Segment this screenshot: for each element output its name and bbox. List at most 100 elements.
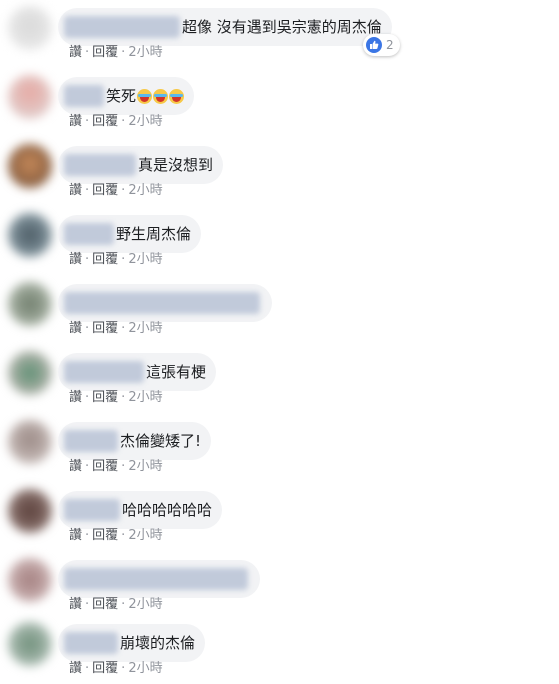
separator-dot: ·: [85, 45, 90, 60]
like-link[interactable]: 讚: [69, 45, 82, 60]
like-link[interactable]: 讚: [69, 252, 82, 267]
reply-link[interactable]: 回覆: [92, 45, 118, 60]
separator-dot: ·: [121, 597, 126, 612]
comment-text: 崩壞的杰倫: [120, 634, 196, 652]
separator-dot: ·: [121, 252, 126, 267]
avatar[interactable]: [8, 558, 52, 602]
reply-link[interactable]: 回覆: [92, 390, 118, 405]
author-name[interactable]: [64, 568, 248, 590]
comment-actions: 讚 · 回覆 · 2小時: [69, 390, 163, 406]
avatar[interactable]: [8, 351, 52, 395]
comment-text: 真是沒想到: [138, 156, 214, 174]
comment-item: 哈哈哈哈哈哈 讚 · 回覆 · 2小時: [0, 483, 559, 551]
separator-dot: ·: [85, 661, 90, 676]
like-icon: [366, 37, 382, 53]
timestamp[interactable]: 2小時: [128, 528, 162, 543]
avatar[interactable]: [8, 144, 52, 188]
separator-dot: ·: [121, 183, 126, 198]
comment-item: 超像 沒有遇到吳宗憲的周杰倫 2 讚 · 回覆 · 2小時: [0, 0, 559, 68]
reply-link[interactable]: 回覆: [92, 661, 118, 676]
author-name[interactable]: [64, 85, 104, 107]
comment-bubble: 哈哈哈哈哈哈: [58, 491, 223, 529]
comment-item: 讚 · 回覆 · 2小時: [0, 552, 559, 620]
separator-dot: ·: [121, 390, 126, 405]
like-link[interactable]: 讚: [69, 114, 82, 129]
like-link[interactable]: 讚: [69, 390, 82, 405]
reply-link[interactable]: 回覆: [92, 459, 118, 474]
like-link[interactable]: 讚: [69, 597, 82, 612]
comment-actions: 讚 · 回覆 · 2小時: [69, 321, 163, 337]
comment-text: 笑死: [106, 87, 137, 105]
comment-bubble: 超像 沒有遇到吳宗憲的周杰倫: [58, 8, 392, 46]
author-name[interactable]: [64, 361, 144, 383]
timestamp[interactable]: 2小時: [128, 321, 162, 336]
author-name[interactable]: [64, 223, 114, 245]
separator-dot: ·: [85, 528, 90, 543]
comment-item: 野生周杰倫 讚 · 回覆 · 2小時: [0, 207, 559, 275]
author-name[interactable]: [64, 16, 180, 38]
comment-actions: 讚 · 回覆 · 2小時: [69, 114, 163, 130]
comment-item: 崩壞的杰倫 讚 · 回覆 · 2小時: [0, 616, 559, 684]
comment-list: 超像 沒有遇到吳宗憲的周杰倫 2 讚 · 回覆 · 2小時 笑死 讚 · 回覆 · 2小時 真是…: [0, 0, 559, 684]
comment-bubble: [58, 284, 272, 322]
reply-link[interactable]: 回覆: [92, 252, 118, 267]
avatar[interactable]: [8, 489, 52, 533]
comment-item: 杰倫變矮了! 讚 · 回覆 · 2小時: [0, 414, 559, 482]
like-link[interactable]: 讚: [69, 661, 82, 676]
separator-dot: ·: [121, 114, 126, 129]
comment-actions: 讚 · 回覆 · 2小時: [69, 597, 163, 613]
separator-dot: ·: [121, 661, 126, 676]
comment-bubble: 真是沒想到: [58, 146, 224, 184]
avatar[interactable]: [8, 622, 52, 666]
author-name[interactable]: [64, 154, 136, 176]
timestamp[interactable]: 2小時: [128, 459, 162, 474]
comment-bubble: 笑死: [58, 77, 195, 115]
timestamp[interactable]: 2小時: [128, 597, 162, 612]
timestamp[interactable]: 2小時: [128, 45, 162, 60]
separator-dot: ·: [85, 390, 90, 405]
separator-dot: ·: [85, 114, 90, 129]
timestamp[interactable]: 2小時: [128, 661, 162, 676]
comment-actions: 讚 · 回覆 · 2小時: [69, 252, 163, 268]
avatar[interactable]: [8, 213, 52, 257]
avatar[interactable]: [8, 75, 52, 119]
avatar[interactable]: [8, 420, 52, 464]
author-name[interactable]: [64, 632, 118, 654]
reply-link[interactable]: 回覆: [92, 183, 118, 198]
reply-link[interactable]: 回覆: [92, 321, 118, 336]
reply-link[interactable]: 回覆: [92, 528, 118, 543]
comment-text: 這張有梗: [146, 363, 207, 381]
comment-actions: 讚 · 回覆 · 2小時: [69, 661, 163, 677]
separator-dot: ·: [121, 45, 126, 60]
laughing-crying-face-icon: [169, 88, 185, 104]
timestamp[interactable]: 2小時: [128, 114, 162, 129]
reply-link[interactable]: 回覆: [92, 597, 118, 612]
timestamp[interactable]: 2小時: [128, 252, 162, 267]
like-link[interactable]: 讚: [69, 459, 82, 474]
author-name[interactable]: [64, 499, 120, 521]
separator-dot: ·: [121, 528, 126, 543]
separator-dot: ·: [121, 321, 126, 336]
avatar[interactable]: [8, 6, 52, 50]
timestamp[interactable]: 2小時: [128, 183, 162, 198]
reaction-count[interactable]: 2: [363, 34, 400, 56]
separator-dot: ·: [121, 459, 126, 474]
avatar[interactable]: [8, 282, 52, 326]
like-link[interactable]: 讚: [69, 183, 82, 198]
comment-bubble: 這張有梗: [58, 353, 217, 391]
reaction-number: 2: [386, 38, 394, 52]
comment-actions: 讚 · 回覆 · 2小時: [69, 183, 163, 199]
comment-bubble: 崩壞的杰倫: [58, 624, 206, 662]
author-name[interactable]: [64, 430, 118, 452]
reply-link[interactable]: 回覆: [92, 114, 118, 129]
like-link[interactable]: 讚: [69, 321, 82, 336]
author-name[interactable]: [64, 292, 260, 314]
laughing-crying-face-icon: [137, 88, 153, 104]
laughing-crying-face-icon: [153, 88, 169, 104]
like-link[interactable]: 讚: [69, 528, 82, 543]
comment-bubble: 杰倫變矮了!: [58, 422, 212, 460]
separator-dot: ·: [85, 252, 90, 267]
timestamp[interactable]: 2小時: [128, 390, 162, 405]
comment-text: 野生周杰倫: [116, 225, 192, 243]
comment-actions: 讚 · 回覆 · 2小時: [69, 528, 163, 544]
